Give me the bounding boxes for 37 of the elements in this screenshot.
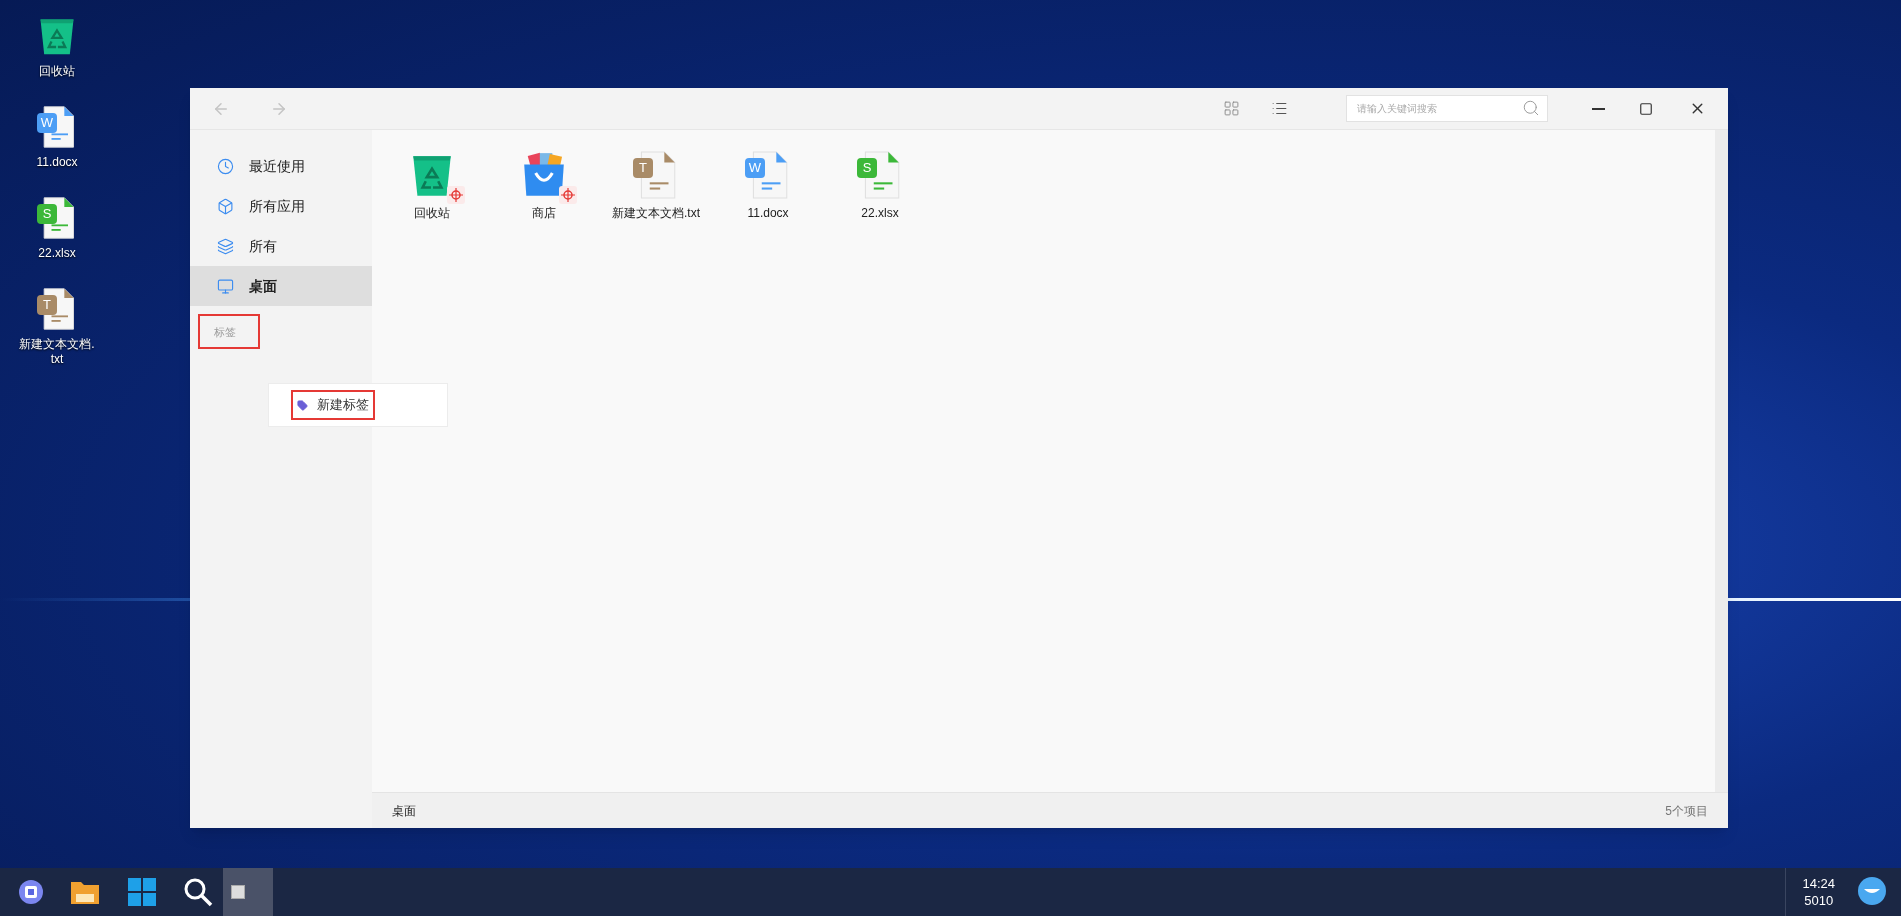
layers-icon — [217, 237, 234, 255]
file-name[interactable]: 新建文本文档.txt — [612, 204, 700, 222]
search-field[interactable]: 请输入关键词搜索 — [1346, 95, 1548, 122]
new-tag-button[interactable]: 新建标签 — [291, 390, 375, 420]
current-location: 桌面 — [392, 802, 416, 820]
sidebar-item[interactable]: 最近使用 — [190, 146, 372, 186]
cube-icon — [217, 197, 234, 215]
desktop-icon-label[interactable]: 22.xlsx — [18, 246, 96, 261]
broken-image-icon — [231, 885, 245, 899]
list-view-button[interactable] — [1271, 100, 1288, 117]
sidebar-item[interactable]: 所有 — [190, 226, 372, 266]
windows-grid-icon[interactable] — [127, 877, 157, 907]
desktop-icon-label[interactable]: 11.docx — [18, 155, 96, 170]
tags-section-label: 标签 — [198, 314, 260, 349]
sidebar-item[interactable]: 桌面 — [190, 266, 372, 306]
desktop-icon-label[interactable]: 新建文本文档.txt — [18, 337, 96, 367]
clock-icon — [217, 157, 234, 175]
file-name[interactable]: 22.xlsx — [861, 204, 899, 222]
clock-date: 5010 — [1804, 892, 1834, 909]
tag-icon — [297, 399, 308, 411]
sidebar-item[interactable]: 所有应用 — [190, 186, 372, 226]
file-name[interactable]: 11.docx — [747, 204, 789, 222]
file-name[interactable]: 商店 — [532, 204, 556, 222]
maximize-icon — [1639, 101, 1653, 116]
monitor-icon — [217, 277, 234, 295]
launcher-icon[interactable] — [16, 877, 46, 907]
item-count: 5个项目 — [1665, 802, 1708, 820]
minimize-icon — [1592, 107, 1605, 110]
file-name[interactable]: 回收站 — [414, 204, 450, 222]
clock-time: 14:24 — [1802, 875, 1835, 892]
search-icon[interactable] — [183, 877, 213, 907]
desktop-icon-label[interactable]: 回收站 — [18, 64, 96, 79]
list-icon — [1271, 100, 1288, 117]
minimize-button[interactable] — [1592, 107, 1605, 110]
active-app-button[interactable] — [223, 868, 273, 916]
maximize-button[interactable] — [1639, 101, 1653, 116]
grid-icon — [1223, 100, 1240, 117]
